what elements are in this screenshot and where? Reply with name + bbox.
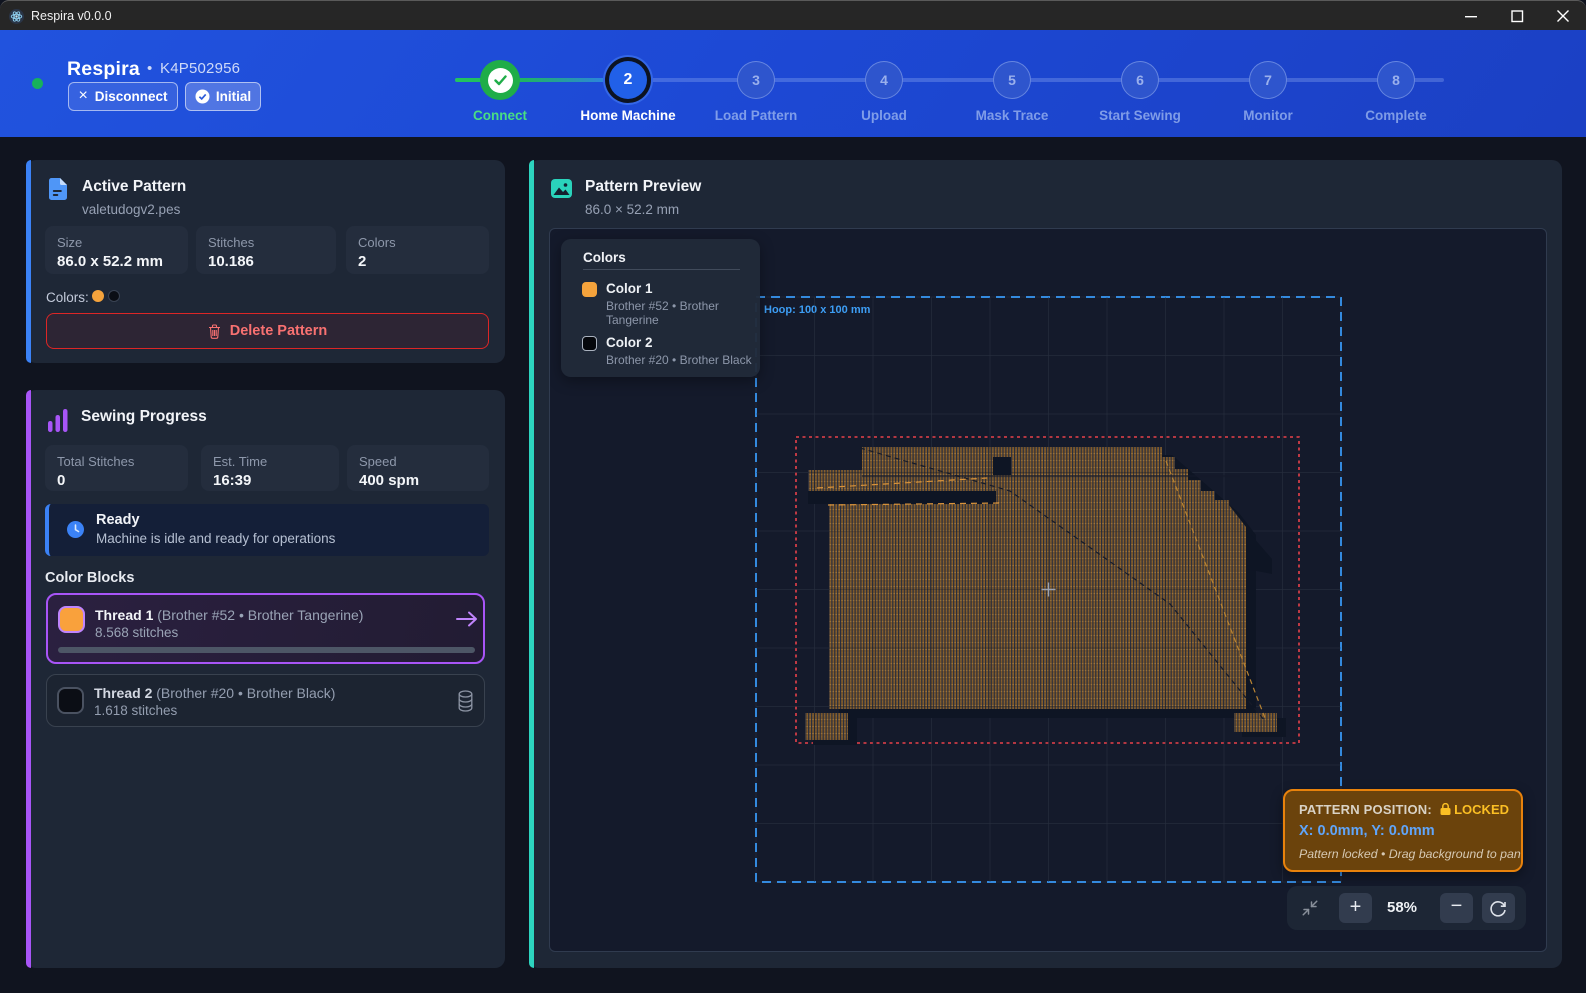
svg-text:Hoop: 100 x 100 mm: Hoop: 100 x 100 mm [764,304,871,316]
